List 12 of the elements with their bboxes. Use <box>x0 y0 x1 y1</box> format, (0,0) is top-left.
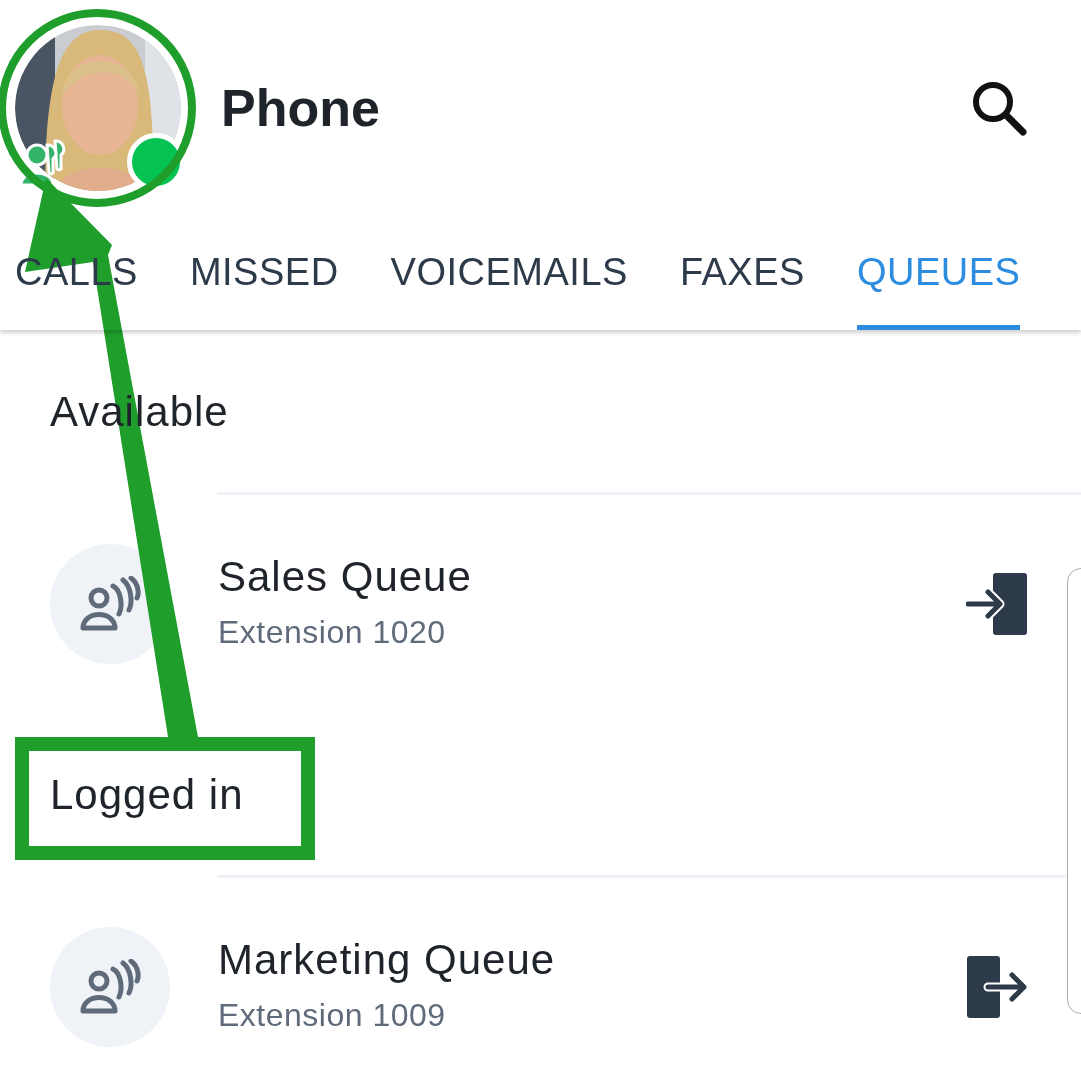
section-heading: Logged in <box>50 769 244 820</box>
log-in-icon[interactable] <box>966 573 1028 635</box>
tab[interactable]: VOICEMAILS <box>390 215 628 330</box>
queue-extension: Extension 1020 <box>218 613 447 653</box>
tab[interactable]: MISSED <box>189 215 339 330</box>
log-out-icon[interactable] <box>966 956 1028 1018</box>
queue-name: Sales Queue <box>218 551 473 602</box>
queue-extension: Extension 1009 <box>218 996 447 1036</box>
tab[interactable]: QUEUES <box>856 215 1021 330</box>
tab[interactable]: FAXES <box>679 215 805 330</box>
screen-title: Phone <box>221 81 380 134</box>
queue-name: Marketing Queue <box>218 934 557 985</box>
